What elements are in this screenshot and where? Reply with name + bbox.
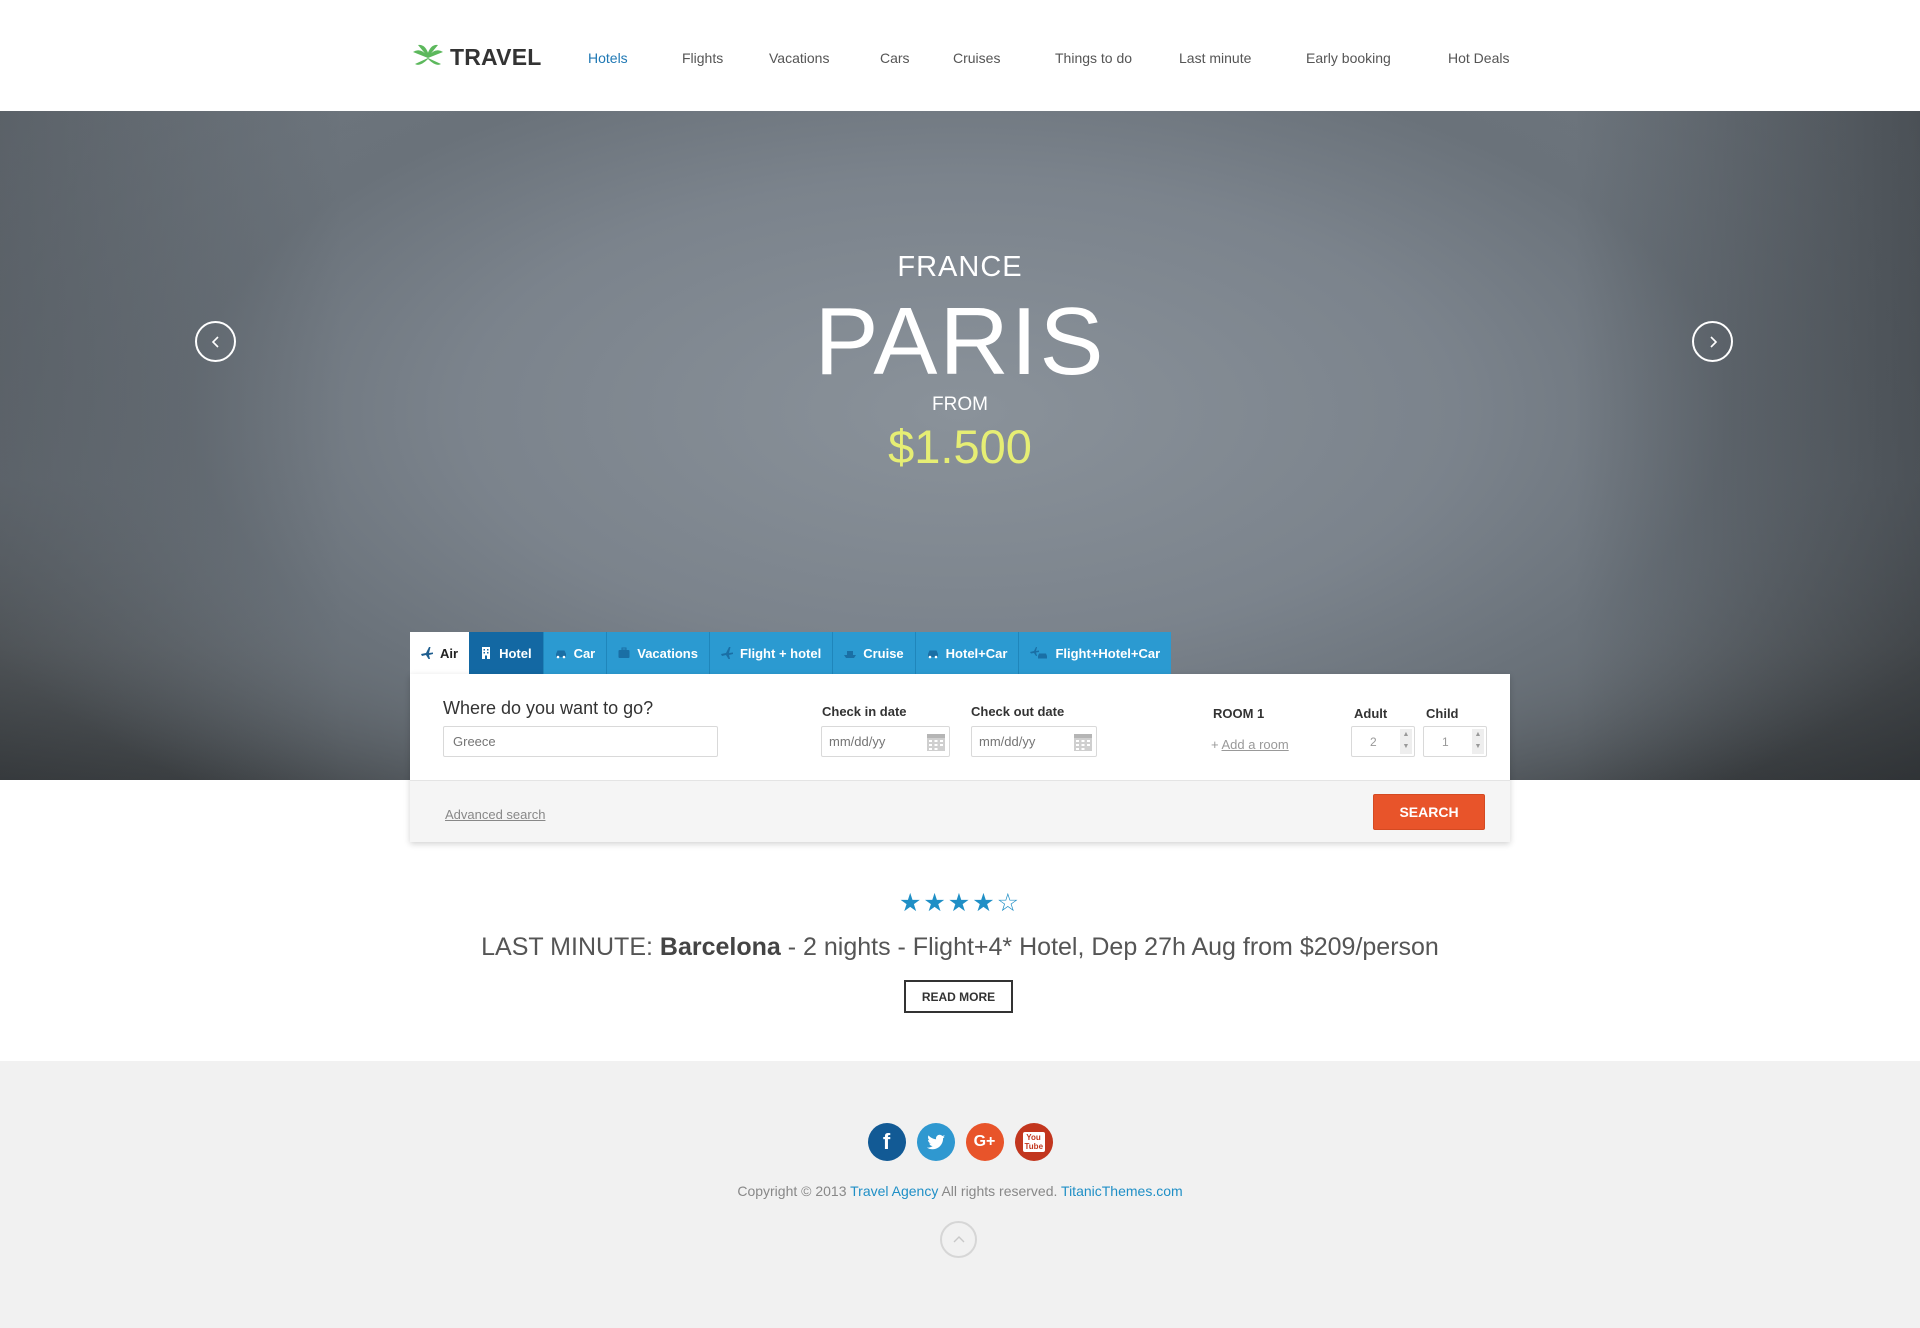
checkin-label: Check in date <box>822 704 907 719</box>
hero-from-label: FROM <box>932 394 988 415</box>
checkout-input[interactable] <box>972 727 1062 756</box>
tab-label: Hotel <box>499 645 532 661</box>
chevron-up-icon <box>953 1235 964 1242</box>
tab-flight-hotel[interactable]: Flight + hotel <box>709 632 834 674</box>
nav-cars[interactable]: Cars <box>880 50 910 66</box>
bird-glyph <box>926 1134 945 1150</box>
search-button[interactable]: SEARCH <box>1373 794 1485 830</box>
last-minute-destination: Barcelona <box>659 933 781 961</box>
tab-car[interactable]: Car <box>543 632 608 674</box>
travel-agency-link[interactable]: Travel Agency <box>850 1183 938 1199</box>
facebook-glyph: f <box>882 1129 891 1154</box>
room-label: ROOM 1 <box>1213 706 1265 721</box>
last-minute-prefix: LAST MINUTE: <box>481 933 653 961</box>
search-tabs: Air Hotel Car Vacations Flight + hotel C… <box>410 632 1172 674</box>
social-links: f G+ You Tube <box>0 1123 1920 1161</box>
checkin-field[interactable] <box>821 726 950 757</box>
rating-stars: ★★★★☆ <box>898 889 1022 917</box>
copyright-text: Copyright © 2013 <box>737 1183 847 1199</box>
add-room: + Add a room <box>1211 737 1289 752</box>
child-stepper[interactable]: 1 ▲ ▼ <box>1423 726 1487 757</box>
spinner-arrows-icon[interactable]: ▲ ▼ <box>1400 729 1412 754</box>
tab-label: Vacations <box>637 645 698 661</box>
calendar-icon[interactable] <box>1072 731 1094 753</box>
nav-last-minute[interactable]: Last minute <box>1179 50 1251 66</box>
add-room-plus: + <box>1211 737 1219 752</box>
tab-label: Air <box>440 645 459 661</box>
tab-flight-hotel-car[interactable]: Flight+Hotel+Car <box>1019 632 1172 674</box>
google-plus-icon[interactable]: G+ <box>965 1123 1004 1161</box>
search-panel: Where do you want to go? Check in date C… <box>410 674 1510 842</box>
site-header: TRAVEL Hotels Flights Vacations Cars Cru… <box>0 0 1920 111</box>
rights-text: All rights reserved. <box>941 1183 1058 1199</box>
building-icon <box>479 646 493 660</box>
tab-vacations[interactable]: Vacations <box>607 632 710 674</box>
twitter-icon[interactable] <box>916 1123 955 1161</box>
ship-icon <box>843 646 857 660</box>
destination-input[interactable] <box>443 726 718 757</box>
where-label: Where do you want to go? <box>443 698 654 718</box>
youtube-glyph: You Tube <box>1022 1132 1045 1152</box>
spinner-arrows-icon[interactable]: ▲ ▼ <box>1472 729 1484 754</box>
car-icon <box>926 646 940 660</box>
youtube-icon[interactable]: You Tube <box>1014 1123 1053 1161</box>
search-fields: Where do you want to go? Check in date C… <box>410 674 1510 780</box>
main-nav: Hotels Flights Vacations Cars Cruises Th… <box>0 50 1920 70</box>
titanic-themes-link[interactable]: TitanicThemes.com <box>1061 1183 1183 1199</box>
tab-label: Hotel+Car <box>945 645 1008 661</box>
child-label: Child <box>1426 706 1459 721</box>
plane-icon <box>420 646 434 660</box>
tab-label: Flight + hotel <box>739 645 822 661</box>
slider-next-button[interactable] <box>1692 321 1733 362</box>
chevron-left-icon <box>211 335 219 348</box>
hero-country: FRANCE <box>897 251 1023 283</box>
back-to-top-button[interactable] <box>940 1221 977 1258</box>
nav-hotels[interactable]: Hotels <box>588 50 628 66</box>
checkout-field[interactable] <box>971 726 1097 757</box>
copyright: Copyright © 2013 Travel Agency All right… <box>0 1183 1920 1199</box>
child-value: 1 <box>1442 735 1449 749</box>
nav-flights[interactable]: Flights <box>682 50 723 66</box>
adult-value: 2 <box>1370 735 1377 749</box>
tab-label: Car <box>573 645 596 661</box>
tab-hotel-car[interactable]: Hotel+Car <box>915 632 1020 674</box>
checkout-label: Check out date <box>971 704 1065 719</box>
slider-prev-button[interactable] <box>195 321 236 362</box>
nav-hot-deals[interactable]: Hot Deals <box>1448 50 1509 66</box>
advanced-search-link[interactable]: Advanced search <box>445 807 545 822</box>
nav-vacations[interactable]: Vacations <box>769 50 829 66</box>
chevron-right-icon <box>1709 335 1717 348</box>
calendar-icon[interactable] <box>925 731 947 753</box>
facebook-icon[interactable]: f <box>867 1123 906 1161</box>
google-plus-glyph: G+ <box>973 1133 996 1150</box>
nav-things-to-do[interactable]: Things to do <box>1055 50 1132 66</box>
checkin-input[interactable] <box>822 727 912 756</box>
add-room-link[interactable]: Add a room <box>1222 737 1289 752</box>
tab-air[interactable]: Air <box>410 632 470 674</box>
nav-cruises[interactable]: Cruises <box>953 50 1000 66</box>
last-minute-details: - 2 nights - Flight+4* Hotel, Dep 27h Au… <box>787 933 1439 961</box>
suitcase-icon <box>617 646 631 660</box>
adult-label: Adult <box>1354 706 1388 721</box>
adult-stepper[interactable]: 2 ▲ ▼ <box>1351 726 1415 757</box>
tab-cruise[interactable]: Cruise <box>833 632 916 674</box>
tab-label: Flight+Hotel+Car <box>1055 645 1161 661</box>
read-more-button[interactable]: READ MORE <box>904 980 1013 1013</box>
plane-icon <box>720 646 734 660</box>
tab-hotel[interactable]: Hotel <box>469 632 544 674</box>
nav-early-booking[interactable]: Early booking <box>1306 50 1391 66</box>
last-minute-offer: LAST MINUTE: Barcelona - 2 nights - Flig… <box>0 933 1920 962</box>
car-icon <box>554 646 568 660</box>
hero-price: $1.500 <box>888 420 1032 473</box>
combo-icon <box>1029 646 1049 660</box>
hero-city: PARIS <box>814 288 1106 395</box>
tab-label: Cruise <box>863 645 904 661</box>
site-footer: f G+ You Tube Copyright © 2013 Travel Ag… <box>0 1061 1920 1328</box>
search-actions: Advanced search SEARCH <box>410 780 1510 842</box>
